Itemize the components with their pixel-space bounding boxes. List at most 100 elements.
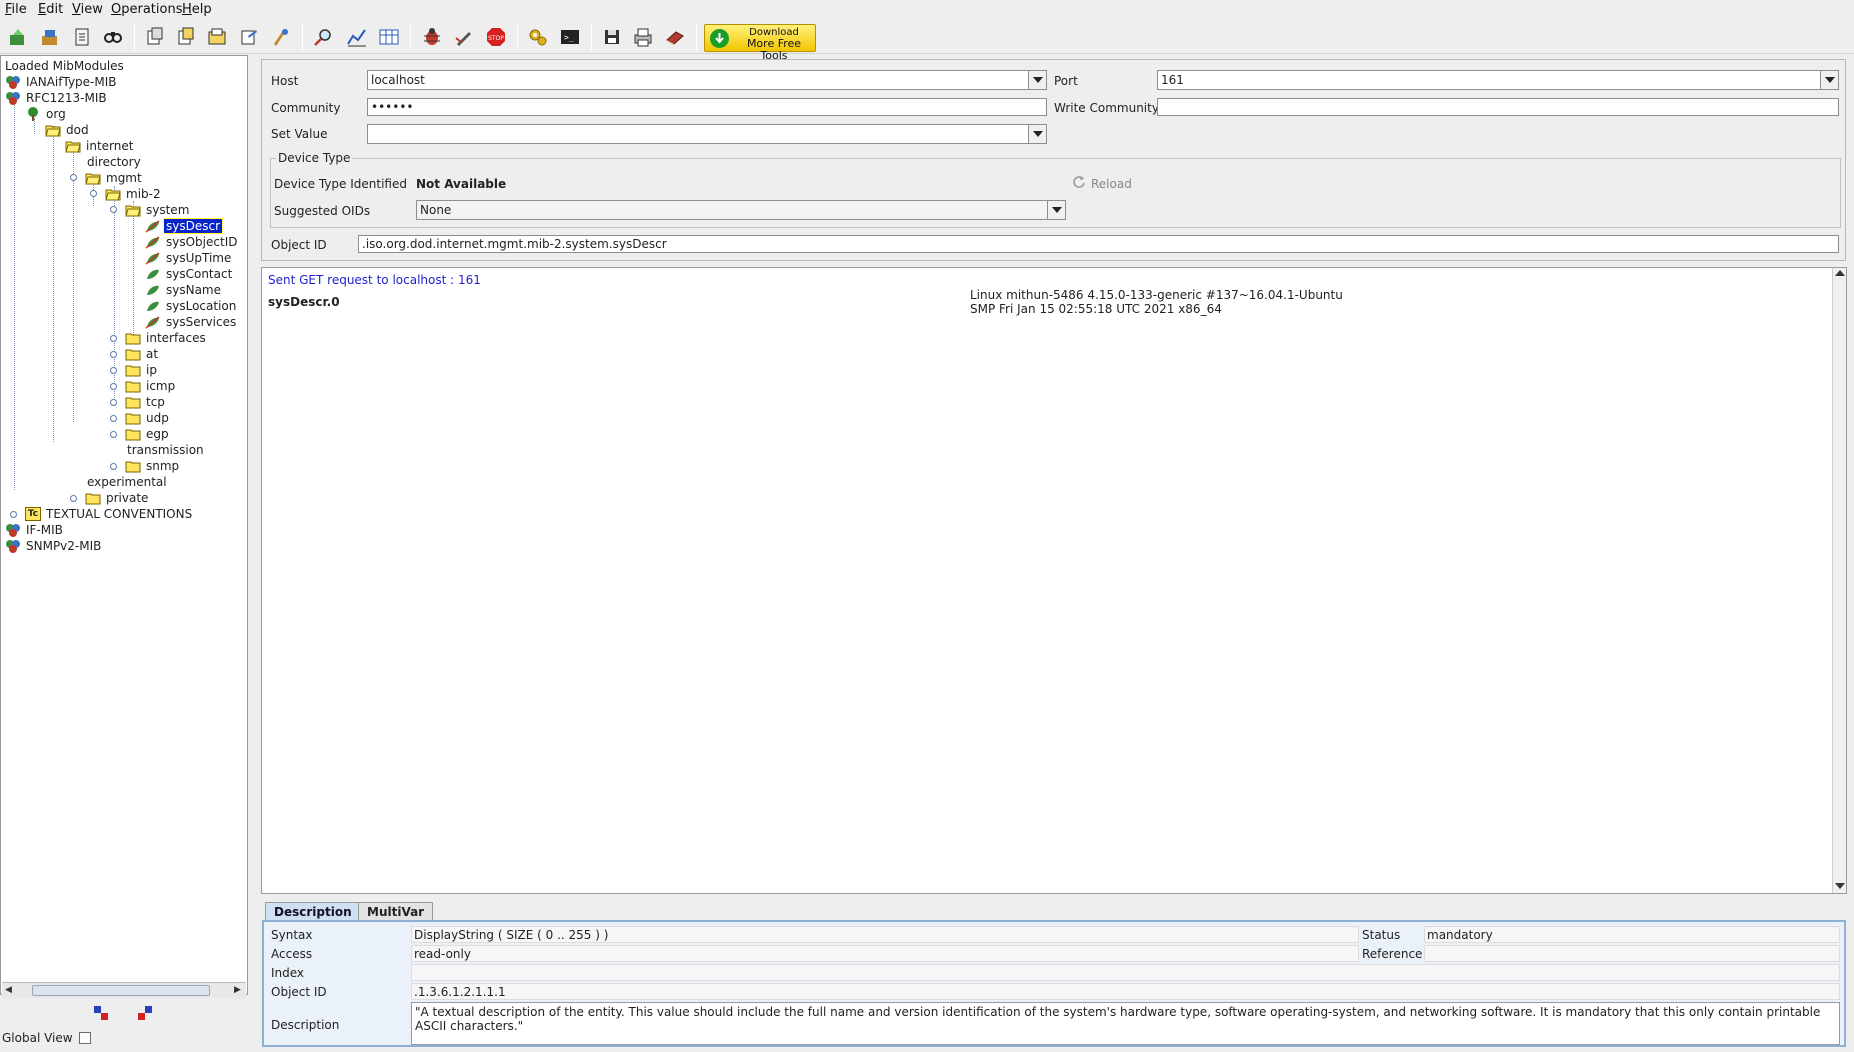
folder-icon bbox=[85, 491, 101, 505]
tree-node-sysdescr[interactable]: sysDescr bbox=[145, 218, 224, 234]
object-id-field[interactable]: .iso.org.dod.internet.mgmt.mib-2.system.… bbox=[358, 235, 1839, 253]
tree-horizontal-scrollbar[interactable]: ◀ ▶ bbox=[2, 982, 246, 998]
tree-node-interfaces[interactable]: interfaces bbox=[125, 330, 208, 346]
result-value: Linux mithun-5486 4.15.0-133-generic #13… bbox=[970, 288, 1343, 316]
scroll-down-icon[interactable] bbox=[1835, 883, 1845, 889]
scrollbar-thumb[interactable] bbox=[32, 985, 210, 996]
debug-bug-icon[interactable] bbox=[419, 24, 445, 50]
menu-operations[interactable]: Operations bbox=[111, 2, 182, 17]
tree-node-tcp[interactable]: tcp bbox=[125, 394, 167, 410]
interfaces-toggle-handle[interactable] bbox=[110, 335, 117, 342]
egp-toggle-handle[interactable] bbox=[110, 431, 117, 438]
suggested-oids-combo[interactable]: None bbox=[416, 200, 1066, 220]
global-view-checkbox[interactable] bbox=[78, 1032, 91, 1044]
tree-node-dod[interactable]: dod bbox=[45, 122, 91, 138]
port-combo[interactable]: 161 bbox=[1157, 70, 1839, 90]
expand-tree-icon[interactable] bbox=[92, 1004, 110, 1022]
get-next-icon[interactable] bbox=[173, 24, 199, 50]
tree-node-ifmib[interactable]: IF-MIB bbox=[5, 522, 65, 538]
trap-icon[interactable] bbox=[268, 24, 294, 50]
mib2-toggle-handle[interactable] bbox=[90, 190, 97, 197]
get-bulk-icon[interactable] bbox=[204, 24, 230, 50]
tree-node-snmp[interactable]: snmp bbox=[125, 458, 181, 474]
tree-node-at[interactable]: at bbox=[125, 346, 160, 362]
tree-node-sysname[interactable]: sysName bbox=[145, 282, 223, 298]
tree-node-system[interactable]: system bbox=[125, 202, 191, 218]
scroll-left-icon[interactable]: ◀ bbox=[5, 985, 12, 995]
line-graph-icon[interactable] bbox=[344, 24, 370, 50]
tree-node-sysuptime[interactable]: sysUpTime bbox=[145, 250, 233, 266]
host-combo[interactable]: localhost bbox=[367, 70, 1047, 90]
save-icon[interactable] bbox=[599, 24, 625, 50]
tree-node-snmpv2[interactable]: SNMPv2-MIB bbox=[5, 538, 103, 554]
tree-node-org[interactable]: org bbox=[25, 106, 68, 122]
download-tools-button[interactable]: Download More Free Tools bbox=[704, 24, 816, 62]
set-value-dropdown-icon[interactable] bbox=[1028, 125, 1046, 143]
menu-file[interactable]: File bbox=[5, 2, 27, 17]
tree-node-egp[interactable]: egp bbox=[125, 426, 171, 442]
tree-node-private[interactable]: private bbox=[85, 490, 150, 506]
tree-node-ip[interactable]: ip bbox=[125, 362, 159, 378]
tree-node-mgmt[interactable]: mgmt bbox=[85, 170, 144, 186]
tab-description[interactable]: Description bbox=[265, 902, 361, 920]
system-toggle-handle[interactable] bbox=[110, 206, 117, 213]
scroll-right-icon[interactable]: ▶ bbox=[234, 985, 241, 995]
port-dropdown-icon[interactable] bbox=[1820, 71, 1838, 89]
community-field[interactable]: •••••• bbox=[367, 98, 1047, 116]
mgmt-toggle-handle[interactable] bbox=[70, 174, 77, 181]
reload-button[interactable]: Reload bbox=[1072, 175, 1132, 192]
tree-node-syslocation[interactable]: sysLocation bbox=[145, 298, 238, 314]
load-all-mibs-icon[interactable] bbox=[37, 24, 63, 50]
edit-pen-icon[interactable] bbox=[451, 24, 477, 50]
suggested-oids-dropdown-icon[interactable] bbox=[1047, 201, 1065, 219]
global-view-toggle[interactable]: Global View bbox=[2, 1031, 91, 1045]
menu-edit[interactable]: Edit bbox=[38, 2, 63, 17]
result-pane[interactable]: Sent GET request to localhost : 161 sysD… bbox=[261, 267, 1847, 894]
tree-node-syscontact[interactable]: sysContact bbox=[145, 266, 234, 282]
print-icon[interactable] bbox=[630, 24, 656, 50]
menu-view[interactable]: View bbox=[72, 2, 103, 17]
stop-icon[interactable]: STOP bbox=[483, 24, 509, 50]
private-toggle-handle[interactable] bbox=[70, 495, 77, 502]
tree-node-icmp[interactable]: icmp bbox=[125, 378, 177, 394]
tcp-toggle-handle[interactable] bbox=[110, 399, 117, 406]
help-book-icon[interactable] bbox=[662, 24, 688, 50]
menu-help[interactable]: Help bbox=[182, 2, 212, 17]
tree-node-sysobjectid[interactable]: sysObjectID bbox=[145, 234, 239, 250]
udp-toggle-handle[interactable] bbox=[110, 415, 117, 422]
icmp-toggle-handle[interactable] bbox=[110, 383, 117, 390]
tree-node-rfc1213[interactable]: RFC1213-MIB bbox=[5, 90, 109, 106]
tab-multivar[interactable]: MultiVar bbox=[358, 902, 434, 920]
tree-node-internet[interactable]: internet bbox=[65, 138, 135, 154]
result-vertical-scrollbar[interactable] bbox=[1832, 268, 1846, 893]
at-toggle-handle[interactable] bbox=[110, 351, 117, 358]
tree-node-udp[interactable]: udp bbox=[125, 410, 171, 426]
tree-node-sysservices[interactable]: sysServices bbox=[145, 314, 238, 330]
tree-node-transmission[interactable]: transmission bbox=[125, 442, 206, 458]
get-icon[interactable] bbox=[142, 24, 168, 50]
set-value-combo[interactable] bbox=[367, 124, 1047, 144]
tree-node-textual-conventions[interactable]: Tc TEXTUAL CONVENTIONS bbox=[25, 506, 194, 522]
terminal-icon[interactable]: >_ bbox=[557, 24, 583, 50]
ip-toggle-handle[interactable] bbox=[110, 367, 117, 374]
settings-gears-icon[interactable] bbox=[525, 24, 551, 50]
collapse-tree-icon[interactable] bbox=[136, 1004, 154, 1022]
mib-description-icon[interactable] bbox=[69, 24, 95, 50]
write-community-field[interactable] bbox=[1157, 98, 1839, 116]
textual-toggle-handle[interactable] bbox=[10, 511, 17, 518]
host-dropdown-icon[interactable] bbox=[1028, 71, 1046, 89]
tree-node-ianaiftype[interactable]: IANAifType-MIB bbox=[5, 74, 119, 90]
scroll-up-icon[interactable] bbox=[1835, 270, 1845, 276]
folder-icon bbox=[125, 331, 141, 345]
snmp-toggle-handle[interactable] bbox=[110, 463, 117, 470]
find-icon[interactable] bbox=[100, 24, 126, 50]
device-type-title: Device Type bbox=[276, 151, 353, 165]
set-icon[interactable] bbox=[236, 24, 262, 50]
table-view-icon[interactable] bbox=[376, 24, 402, 50]
tree-node-experimental[interactable]: experimental bbox=[85, 474, 169, 490]
mib-tree-panel[interactable]: Loaded MibModules IANAifType-MIB RFC1213… bbox=[0, 55, 248, 995]
search-icon[interactable] bbox=[310, 24, 336, 50]
load-mib-icon[interactable] bbox=[5, 24, 31, 50]
tree-node-directory[interactable]: directory bbox=[85, 154, 143, 170]
tree-node-mib2[interactable]: mib-2 bbox=[105, 186, 163, 202]
